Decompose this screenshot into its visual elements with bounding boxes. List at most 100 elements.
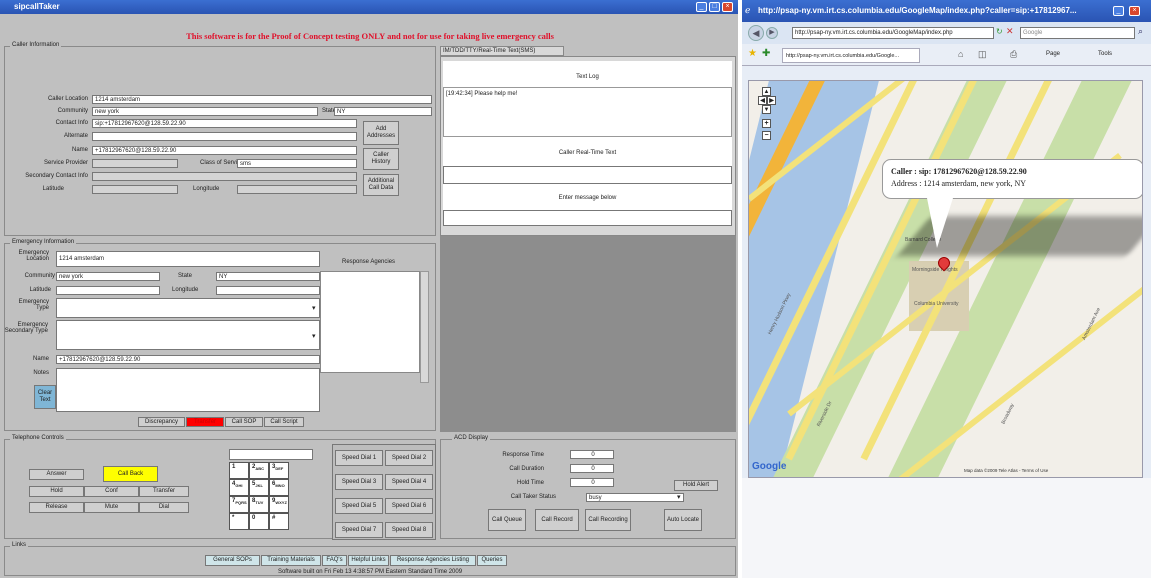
call-back-button[interactable]: Call Back xyxy=(103,466,158,482)
call-script-button[interactable]: Call Script xyxy=(264,417,304,427)
speed-dial-4-button[interactable]: Speed Dial 4 xyxy=(385,474,433,490)
secondary-contact-field[interactable] xyxy=(92,172,357,181)
alternate-field[interactable] xyxy=(92,132,357,141)
community-field[interactable]: new york xyxy=(92,107,318,116)
state-field[interactable]: NY xyxy=(334,107,432,116)
minimize-button[interactable]: _ xyxy=(696,2,707,12)
keypad-key-4[interactable]: 4GHI xyxy=(229,479,249,496)
favorites-star-icon[interactable]: ★ xyxy=(748,48,757,59)
answer-button[interactable]: Answer xyxy=(29,469,84,480)
keypad-key-8[interactable]: 8TUV xyxy=(249,496,269,513)
chevron-down-icon[interactable]: ▾ xyxy=(312,332,316,340)
emergency-location-field[interactable]: 1214 amsterdam xyxy=(56,251,320,267)
discrepancy-button[interactable]: Discrepancy xyxy=(138,417,185,427)
chevron-down-icon[interactable]: ▾ xyxy=(677,493,681,501)
home-icon[interactable]: ⌂ xyxy=(958,49,963,59)
emergency-name-field[interactable]: +17812967620@128.59.22.90 xyxy=(56,355,320,364)
add-addresses-button[interactable]: Add Addresses xyxy=(363,121,399,145)
forward-icon[interactable]: ▶ xyxy=(766,27,778,39)
keypad-key-6[interactable]: 6MNO xyxy=(269,479,289,496)
call-recording-button[interactable]: Call Recording xyxy=(585,509,631,531)
add-favorites-icon[interactable]: ✚ xyxy=(762,48,770,59)
emergency-longitude-field[interactable] xyxy=(216,286,320,295)
keypad-key-2[interactable]: 2ABC xyxy=(249,462,269,479)
emergency-latitude-field[interactable] xyxy=(56,286,160,295)
emergency-community-field[interactable]: new york xyxy=(56,272,160,281)
clear-text-button[interactable]: Clear Text xyxy=(34,385,56,409)
print-icon[interactable]: ⎙ xyxy=(1010,49,1017,60)
back-icon[interactable]: ◀ xyxy=(748,25,764,41)
browser-close-button[interactable]: × xyxy=(1129,6,1140,16)
dial-button[interactable]: Dial xyxy=(139,502,189,513)
emergency-state-field[interactable]: NY xyxy=(216,272,320,281)
mute-button[interactable]: Mute xyxy=(84,502,139,513)
call-sop-button[interactable]: Call SOP xyxy=(225,417,263,427)
pan-up-icon[interactable]: ▲ xyxy=(762,87,771,96)
stop-icon[interactable]: ✕ xyxy=(1006,26,1014,37)
search-box[interactable]: Google xyxy=(1020,27,1135,39)
latitude-field[interactable] xyxy=(92,185,178,194)
address-bar[interactable]: http://psap-ny.vm.irt.cs.columbia.edu/Go… xyxy=(792,27,994,39)
refresh-icon[interactable]: ↻ xyxy=(996,27,1003,36)
caller-location-field[interactable]: 1214 amsterdam xyxy=(92,95,432,104)
speed-dial-5-button[interactable]: Speed Dial 5 xyxy=(335,498,383,514)
caller-rtt-field[interactable] xyxy=(443,166,732,184)
caller-history-button[interactable]: Caller History xyxy=(363,148,399,170)
transfer-emergency-button[interactable]: Transfer xyxy=(186,417,224,427)
service-provider-field[interactable] xyxy=(92,159,178,168)
link-helpful-links[interactable]: Helpful Links xyxy=(348,555,389,566)
link-faqs[interactable]: FAQ's xyxy=(322,555,347,566)
chevron-down-icon[interactable]: ▾ xyxy=(312,304,316,312)
keypad-key-7[interactable]: 7PQRS xyxy=(229,496,249,513)
speed-dial-8-button[interactable]: Speed Dial 8 xyxy=(385,522,433,538)
speed-dial-1-button[interactable]: Speed Dial 1 xyxy=(335,450,383,466)
close-button[interactable]: × xyxy=(722,2,733,12)
speed-dial-7-button[interactable]: Speed Dial 7 xyxy=(335,522,383,538)
hold-button[interactable]: Hold xyxy=(29,486,84,497)
browser-tab-active[interactable]: http://psap-ny.vm.irt.cs.columbia.edu/Go… xyxy=(782,48,920,63)
conf-button[interactable]: Conf xyxy=(84,486,139,497)
link-response-agencies[interactable]: Response Agencies Listing xyxy=(390,555,476,566)
name-field[interactable]: +17812967620@128.59.22.90 xyxy=(92,146,357,155)
speed-dial-2-button[interactable]: Speed Dial 2 xyxy=(385,450,433,466)
dial-number-input[interactable] xyxy=(229,449,313,460)
call-taker-status-select[interactable]: busy xyxy=(586,493,684,502)
browser-minimize-button[interactable]: _ xyxy=(1113,6,1124,16)
longitude-field[interactable] xyxy=(237,185,357,194)
message-input[interactable] xyxy=(443,210,732,226)
keypad-key-0[interactable]: 0 xyxy=(249,513,269,530)
tab-im-tdd[interactable]: IM/TDD/TTY/Real-Time Text(SMS) xyxy=(440,46,564,56)
call-record-button[interactable]: Call Record xyxy=(535,509,579,531)
keypad-key-1[interactable]: 1 xyxy=(229,462,249,479)
speed-dial-6-button[interactable]: Speed Dial 6 xyxy=(385,498,433,514)
release-button[interactable]: Release xyxy=(29,502,84,513)
keypad-key-hash[interactable]: # xyxy=(269,513,289,530)
additional-call-data-button[interactable]: Additional Call Data xyxy=(363,174,399,196)
response-agencies-list[interactable] xyxy=(320,271,420,373)
keypad-key-star[interactable]: * xyxy=(229,513,249,530)
zoom-in-icon[interactable]: + xyxy=(762,119,771,128)
link-general-sops[interactable]: General SOPs xyxy=(205,555,260,566)
map-view[interactable]: Henry Hudson Pkwy Barnard College Mornin… xyxy=(748,80,1143,478)
keypad-key-3[interactable]: 3DEF xyxy=(269,462,289,479)
emergency-secondary-type-select[interactable] xyxy=(56,320,320,350)
notes-area[interactable] xyxy=(56,368,320,412)
tools-menu[interactable]: Tools xyxy=(1098,51,1112,57)
agencies-scrollbar[interactable] xyxy=(420,271,429,383)
emergency-type-select[interactable] xyxy=(56,298,320,318)
page-menu[interactable]: Page xyxy=(1046,51,1060,57)
contact-info-field[interactable]: sip:+17812967620@128.59.22.90 xyxy=(92,119,357,128)
link-queries[interactable]: Queries xyxy=(477,555,507,566)
maximize-button[interactable]: □ xyxy=(709,2,720,12)
class-of-service-field[interactable]: sms xyxy=(237,159,357,168)
hold-alert-button[interactable]: Hold Alert xyxy=(674,480,718,491)
link-training-materials[interactable]: Training Materials xyxy=(261,555,321,566)
speed-dial-3-button[interactable]: Speed Dial 3 xyxy=(335,474,383,490)
keypad-key-9[interactable]: 9WXYZ xyxy=(269,496,289,513)
transfer-button[interactable]: Transfer xyxy=(139,486,189,497)
pan-left-icon[interactable]: ◀ xyxy=(758,96,767,105)
keypad-key-5[interactable]: 5JKL xyxy=(249,479,269,496)
pan-right-icon[interactable]: ▶ xyxy=(767,96,776,105)
feeds-icon[interactable]: ◫ xyxy=(978,49,987,60)
pan-down-icon[interactable]: ▼ xyxy=(762,105,771,114)
